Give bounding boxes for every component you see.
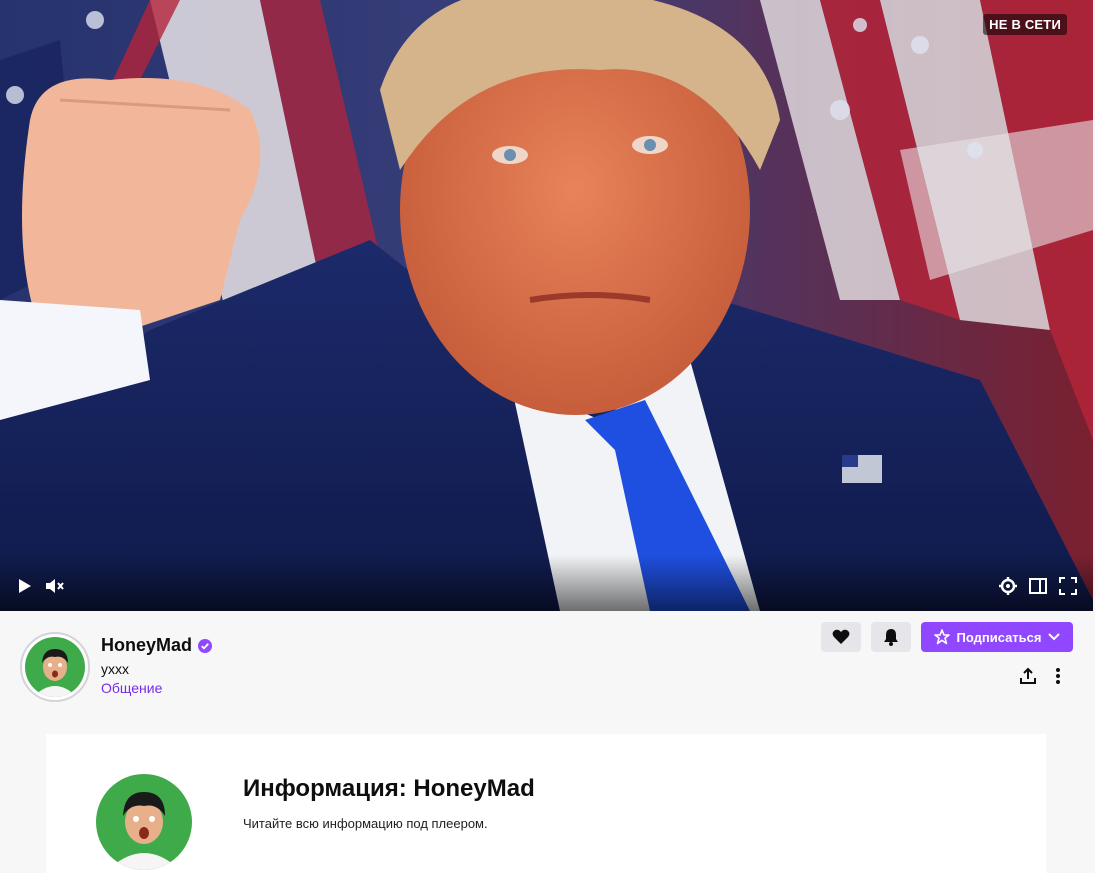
about-title: Информация: HoneyMad <box>243 775 535 802</box>
stream-category-link[interactable]: Общение <box>101 680 162 696</box>
channel-name-text: HoneyMad <box>101 635 193 655</box>
notifications-button[interactable] <box>871 622 911 652</box>
channel-name[interactable]: HoneyMad <box>101 635 213 656</box>
about-panel: Информация: HoneyMad Читайте всю информа… <box>46 734 1046 873</box>
player-controls <box>0 555 1093 611</box>
heart-icon <box>832 629 850 644</box>
share-icon <box>1020 667 1036 684</box>
channel-info-bar: HoneyMad yxxx Общение Подписаться <box>0 611 1095 721</box>
play-icon[interactable] <box>14 575 36 597</box>
more-vertical-icon <box>1056 668 1060 684</box>
video-player[interactable]: НЕ В СЕТИ <box>0 0 1093 611</box>
gear-icon[interactable] <box>997 575 1019 597</box>
share-button[interactable] <box>1016 664 1040 688</box>
about-avatar <box>96 774 192 870</box>
chevron-down-icon <box>1047 633 1060 641</box>
theatre-mode-icon[interactable] <box>1027 575 1049 597</box>
star-icon <box>934 629 951 645</box>
offline-banner-image <box>0 0 1093 611</box>
stream-title: yxxx <box>101 661 129 677</box>
more-options-button[interactable] <box>1046 664 1070 688</box>
verified-badge-icon <box>198 638 213 653</box>
avatar-image <box>25 637 85 697</box>
channel-avatar[interactable] <box>20 632 90 702</box>
subscribe-label: Подписаться <box>956 629 1042 645</box>
follow-button[interactable] <box>821 622 861 652</box>
muted-speaker-icon[interactable] <box>44 575 66 597</box>
about-subtitle: Читайте всю информацию под плеером. <box>243 816 488 831</box>
fullscreen-icon[interactable] <box>1057 575 1079 597</box>
bell-icon <box>884 629 898 646</box>
subscribe-button[interactable]: Подписаться <box>921 622 1073 652</box>
offline-status-badge: НЕ В СЕТИ <box>983 14 1067 35</box>
